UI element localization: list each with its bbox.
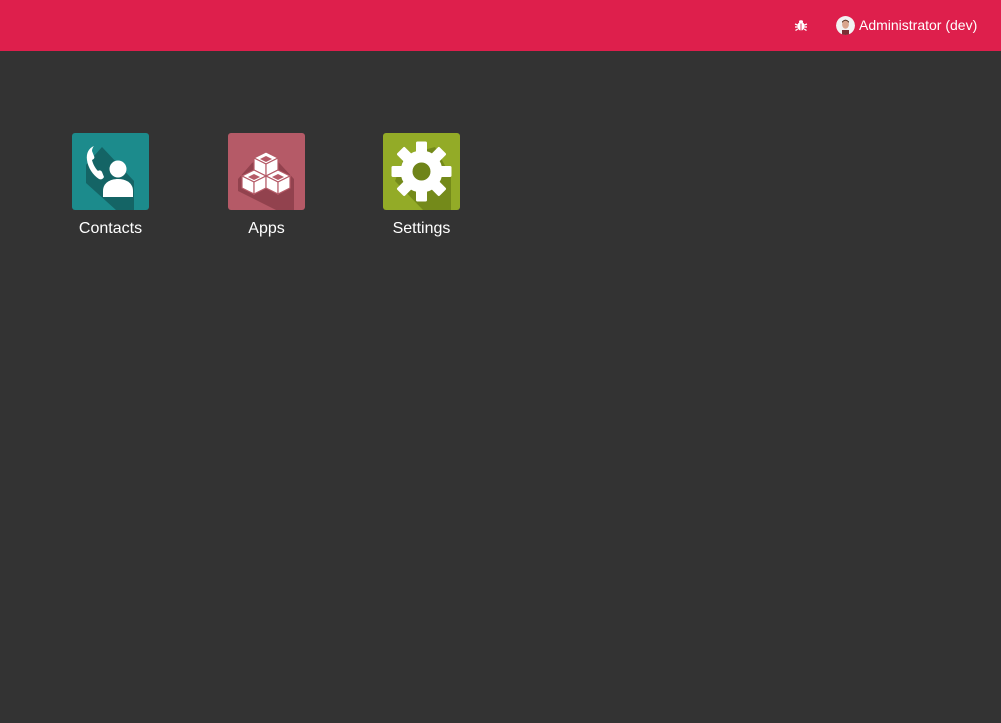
settings-tile xyxy=(383,133,460,210)
app-apps[interactable]: Apps xyxy=(206,133,326,253)
cubes-icon xyxy=(228,133,305,210)
user-name: Administrator (dev) xyxy=(859,17,978,33)
app-settings[interactable]: Settings xyxy=(361,133,481,253)
app-label: Settings xyxy=(392,220,451,237)
app-launcher: Contacts Apps Settings xyxy=(0,51,1001,723)
app-label: Contacts xyxy=(78,220,143,237)
bug-icon xyxy=(794,20,808,32)
app-contacts[interactable]: Contacts xyxy=(50,133,170,253)
apps-tile xyxy=(228,133,305,210)
debug-mode-button[interactable] xyxy=(790,14,812,36)
user-menu[interactable]: Administrator (dev) xyxy=(836,14,977,36)
contacts-phone-person-icon xyxy=(72,133,149,210)
top-navbar: Administrator (dev) xyxy=(0,0,1001,51)
avatar xyxy=(836,15,855,35)
contacts-tile xyxy=(72,133,149,210)
app-label: Apps xyxy=(248,220,285,237)
gear-icon xyxy=(383,133,460,210)
